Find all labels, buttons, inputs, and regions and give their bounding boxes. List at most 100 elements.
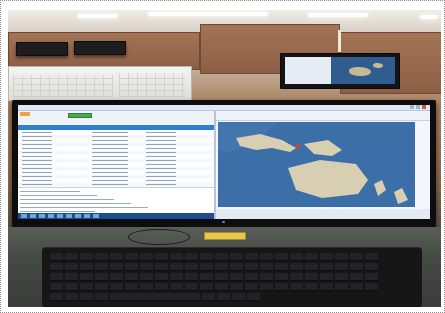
taskbar-item[interactable] [75,214,81,218]
location-marker-icon[interactable] [295,143,301,149]
key[interactable] [215,283,228,291]
taskbar-item[interactable] [39,214,45,218]
key[interactable] [80,263,93,271]
key[interactable] [50,283,63,291]
key[interactable] [50,293,63,301]
key[interactable] [110,263,123,271]
key[interactable] [245,253,258,261]
table-row[interactable] [18,151,214,154]
key[interactable] [170,263,183,271]
orange-tab[interactable] [20,112,30,116]
key[interactable] [170,253,183,261]
key[interactable] [200,263,213,271]
key[interactable] [65,273,78,281]
key[interactable] [155,263,168,271]
key[interactable] [275,263,288,271]
key[interactable] [320,283,333,291]
key[interactable] [110,283,123,291]
key[interactable] [305,253,318,261]
close-icon[interactable] [422,105,426,109]
key[interactable] [230,273,243,281]
key[interactable] [365,283,378,291]
key[interactable] [50,263,63,271]
key[interactable] [95,253,108,261]
key[interactable] [202,293,215,301]
key[interactable] [200,273,213,281]
table-row[interactable] [18,159,214,162]
key[interactable] [80,283,93,291]
key[interactable] [125,263,138,271]
taskbar-item[interactable] [57,214,63,218]
key[interactable] [140,253,153,261]
key[interactable] [155,273,168,281]
key[interactable] [185,273,198,281]
key[interactable] [320,263,333,271]
key[interactable] [350,273,363,281]
key[interactable] [185,253,198,261]
key[interactable] [260,263,273,271]
table-row[interactable] [18,135,214,138]
keyboard-icon[interactable] [42,248,422,307]
key[interactable] [140,273,153,281]
key[interactable] [140,263,153,271]
table-row[interactable] [18,147,214,150]
key[interactable] [65,253,78,261]
key[interactable] [350,253,363,261]
key[interactable] [110,253,123,261]
key[interactable] [335,273,348,281]
key[interactable] [290,283,303,291]
key[interactable] [170,273,183,281]
key[interactable] [155,253,168,261]
key[interactable] [275,253,288,261]
key[interactable] [365,263,378,271]
key[interactable] [230,263,243,271]
key[interactable] [95,283,108,291]
table-row[interactable] [18,139,214,142]
maximize-icon[interactable] [416,105,420,109]
key[interactable] [365,273,378,281]
key[interactable] [95,293,108,301]
key[interactable] [230,253,243,261]
key[interactable] [217,293,230,301]
key[interactable] [260,253,273,261]
key[interactable] [95,263,108,271]
key[interactable] [260,273,273,281]
key[interactable] [125,253,138,261]
key[interactable] [215,263,228,271]
key[interactable] [320,253,333,261]
key[interactable] [200,283,213,291]
key[interactable] [350,263,363,271]
key[interactable] [110,273,123,281]
key[interactable] [245,263,258,271]
key[interactable] [140,283,153,291]
taskbar-item[interactable] [48,214,54,218]
key[interactable] [215,253,228,261]
taskbar-item[interactable] [21,214,27,218]
key[interactable] [247,293,260,301]
taskbar-item[interactable] [93,214,99,218]
taskbar-item[interactable] [66,214,72,218]
table-row[interactable] [18,179,214,182]
key[interactable] [95,273,108,281]
green-action-button[interactable] [68,113,92,118]
key[interactable] [290,263,303,271]
table-row[interactable] [18,171,214,174]
table-row[interactable] [18,183,214,186]
key[interactable] [245,283,258,291]
key[interactable] [125,273,138,281]
key[interactable] [170,283,183,291]
key[interactable] [305,283,318,291]
key[interactable] [65,283,78,291]
key[interactable] [290,273,303,281]
key[interactable] [275,273,288,281]
key[interactable] [320,273,333,281]
key[interactable] [185,283,198,291]
key[interactable] [80,253,93,261]
key[interactable] [215,273,228,281]
key[interactable] [65,263,78,271]
key[interactable] [80,293,93,301]
world-map-icon[interactable] [218,122,415,207]
key[interactable] [335,263,348,271]
table-row[interactable] [18,167,214,170]
key[interactable] [335,253,348,261]
